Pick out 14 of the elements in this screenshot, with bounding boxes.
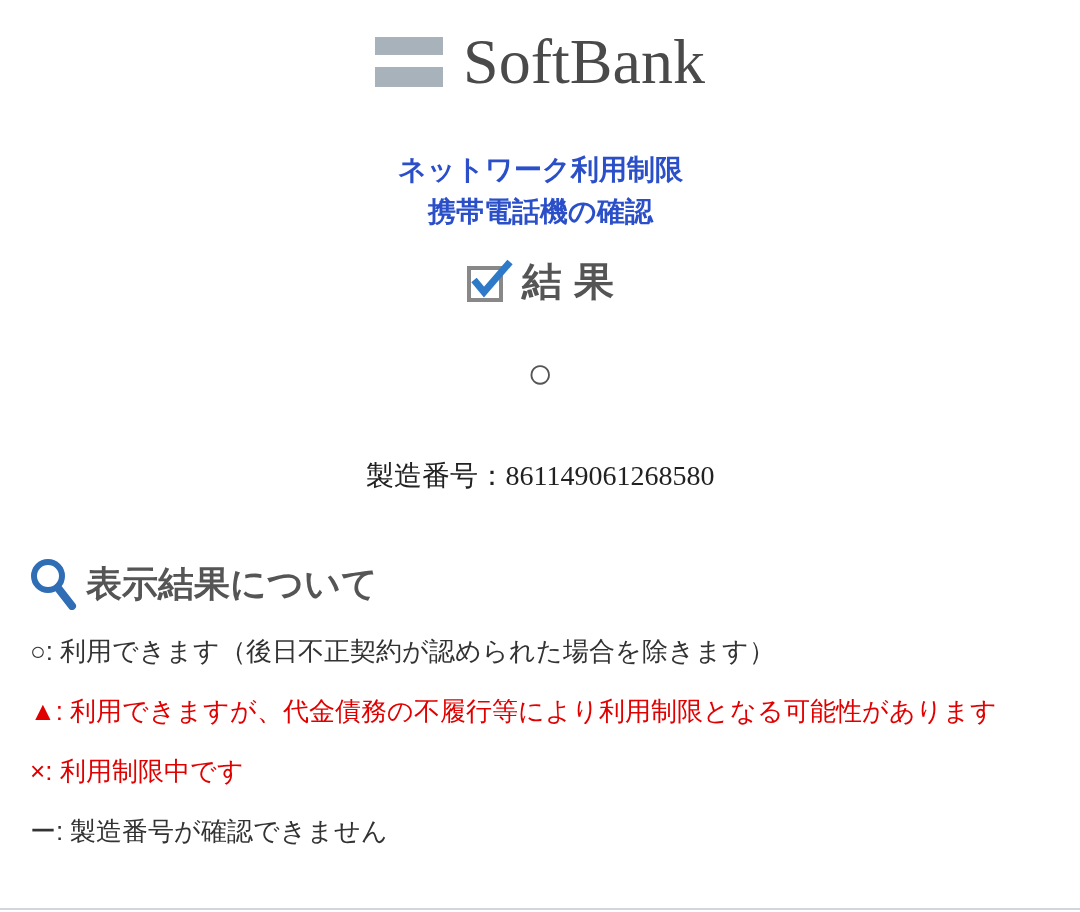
section-heading: 表示結果について [86, 562, 378, 606]
legend-text: ー: 製造番号が確認できません [30, 815, 390, 848]
serial-number: 製造番号：861149061268580 [365, 459, 715, 493]
logo-bars-icon [375, 37, 444, 87]
checkbox-icon [466, 258, 515, 304]
logo-text: SoftBank [463, 30, 705, 94]
search-icon [30, 558, 78, 610]
result-symbol: ○ [526, 351, 554, 395]
legend-text: ▲: 利用できますが、代金債務の不履行等により利用制限となる可能性があります [30, 695, 999, 728]
legend-text: ×: 利用制限中です [30, 755, 245, 788]
legend-text: ○: 利用できます（後日不正契約が認められた場合を除きます） [30, 635, 777, 668]
page-title: ネットワーク利用制限 [397, 153, 683, 187]
result-heading: 結 果 [522, 258, 614, 305]
page-title: 携帯電話機の確認 [427, 195, 653, 229]
